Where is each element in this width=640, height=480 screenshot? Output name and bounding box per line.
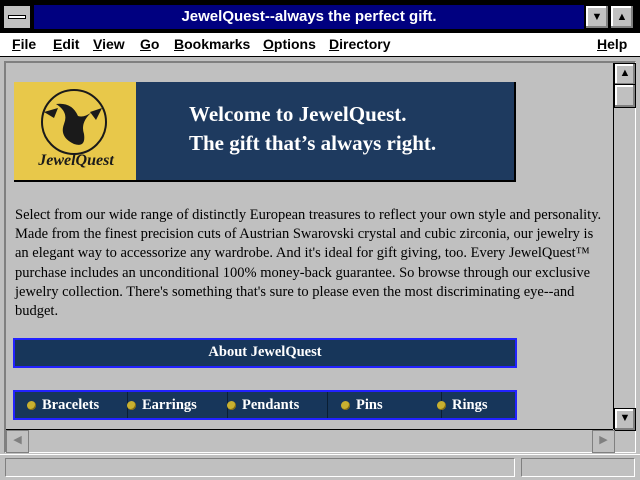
scroll-up-button[interactable]: ▲ <box>614 63 636 86</box>
category-nav: Bracelets Earrings Pendants Pins Rings <box>13 390 517 420</box>
intro-paragraph: Select from our wide range of distinctly… <box>15 207 602 320</box>
scroll-left-arrow-icon: ◀ <box>13 434 22 446</box>
maximize-arrow-icon: ▲ <box>616 11 628 23</box>
maximize-button[interactable]: ▲ <box>610 5 634 29</box>
nav-pendants[interactable]: Pendants <box>215 392 328 418</box>
gem-bullet-icon <box>437 401 446 411</box>
gem-bullet-icon <box>127 401 136 411</box>
welcome-banner: JewelQuest Welcome to JewelQuest. The gi… <box>14 82 516 182</box>
menu-directory[interactable]: Directory <box>329 36 390 52</box>
banner-line-2: The gift that’s always right. <box>189 131 437 155</box>
jewelquest-logo: JewelQuest <box>14 82 136 180</box>
menu-edit[interactable]: Edit <box>53 36 79 52</box>
vertical-scrollbar[interactable]: ▲ ▼ <box>613 63 636 431</box>
scroll-left-button[interactable]: ◀ <box>6 430 29 453</box>
menu-view[interactable]: View <box>93 36 125 52</box>
scroll-right-button[interactable]: ▶ <box>592 430 615 453</box>
vertical-scroll-thumb[interactable] <box>614 84 636 108</box>
page-content: JewelQuest Welcome to JewelQuest. The gi… <box>6 63 613 429</box>
scroll-down-arrow-icon: ▼ <box>619 412 631 424</box>
banner-line-1: Welcome to JewelQuest. <box>189 102 407 126</box>
window-title: JewelQuest--always the perfect gift. <box>34 5 584 29</box>
system-menu-icon[interactable] <box>3 5 31 29</box>
menu-bar: File Edit View Go Bookmarks Options Dire… <box>0 33 640 57</box>
title-bar: JewelQuest--always the perfect gift. ▼ ▲ <box>0 0 640 33</box>
status-progress-field <box>521 458 635 477</box>
horizontal-scrollbar[interactable]: ◀ ▶ <box>6 429 615 453</box>
menu-file[interactable]: File <box>12 36 36 52</box>
gem-bullet-icon <box>27 401 36 411</box>
menu-help[interactable]: Help <box>597 36 627 52</box>
scroll-right-arrow-icon: ▶ <box>599 434 608 446</box>
scroll-down-button[interactable]: ▼ <box>614 408 636 431</box>
minimize-button[interactable]: ▼ <box>585 5 609 29</box>
status-message-field <box>5 458 515 477</box>
scroll-up-arrow-icon: ▲ <box>619 67 631 79</box>
about-jewelquest-link[interactable]: About JewelQuest <box>13 338 517 368</box>
gem-bullet-icon <box>227 401 236 411</box>
menu-bookmarks[interactable]: Bookmarks <box>174 36 250 52</box>
banner-headline: Welcome to JewelQuest. The gift that’s a… <box>189 100 509 158</box>
minimize-arrow-icon: ▼ <box>591 11 603 23</box>
menu-options[interactable]: Options <box>263 36 316 52</box>
nav-earrings[interactable]: Earrings <box>115 392 228 418</box>
status-bar <box>0 454 640 480</box>
gem-bullet-icon <box>341 401 350 411</box>
nav-rings[interactable]: Rings <box>415 392 537 418</box>
menu-go[interactable]: Go <box>140 36 159 52</box>
logo-wordmark: JewelQuest <box>38 152 114 169</box>
nav-bracelets[interactable]: Bracelets <box>15 392 128 418</box>
